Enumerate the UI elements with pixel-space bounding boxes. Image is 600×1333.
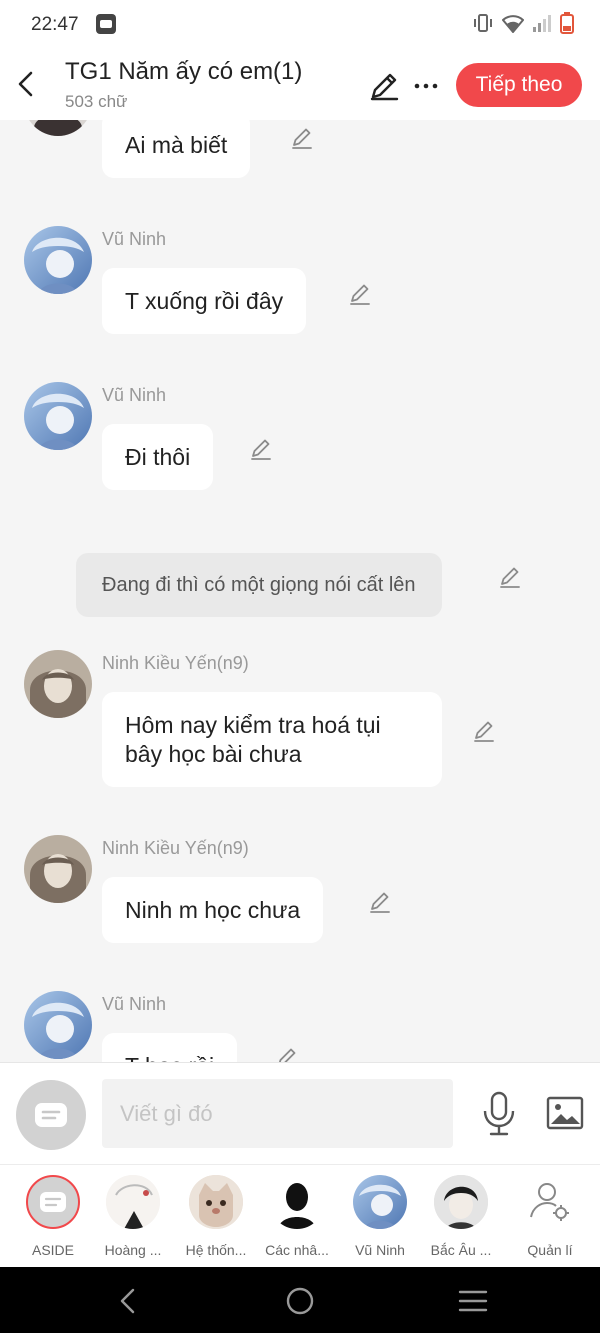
avatar-ninh-kieu-yen[interactable] — [24, 650, 92, 718]
character-quan-li[interactable]: Quản lí — [510, 1175, 590, 1258]
avatar-vu-ninh[interactable] — [24, 991, 92, 1059]
avatar-vu-ninh[interactable] — [24, 382, 92, 450]
edit-title-button[interactable] — [366, 68, 402, 104]
message-bubble[interactable]: Ai mà biết — [102, 120, 251, 178]
character-label: Quản lí — [527, 1242, 573, 1258]
character-bar: ASIDE Hoàng ... Hệ thốn... Các nhâ... Vũ… — [0, 1164, 600, 1267]
more-dots-icon — [414, 83, 438, 89]
character-label: ASIDE — [31, 1242, 74, 1258]
character-label: Hệ thốn... — [185, 1242, 247, 1258]
chapter-title[interactable]: TG1 Năm ấy có em(1) — [65, 58, 302, 86]
system-nav-bar — [0, 1267, 600, 1333]
character-aside[interactable]: ASIDE — [13, 1175, 93, 1258]
message-input[interactable] — [102, 1079, 453, 1148]
edit-message-icon[interactable] — [497, 564, 523, 590]
sender-name: Ninh Kiều Yến(n9) — [102, 653, 249, 673]
aside-toggle-button[interactable] — [16, 1080, 86, 1150]
image-button[interactable] — [546, 1095, 584, 1131]
back-button[interactable] — [8, 64, 44, 104]
nav-back-button[interactable] — [110, 1283, 146, 1319]
aside-chat-icon — [35, 1103, 67, 1127]
sender-name: Vũ Ninh — [102, 994, 167, 1014]
character-vu-ninh[interactable]: Vũ Ninh — [340, 1175, 420, 1258]
user-settings-icon — [523, 1175, 577, 1229]
nav-menu-icon — [458, 1290, 488, 1312]
nav-back-icon — [120, 1288, 135, 1314]
image-icon — [546, 1096, 584, 1130]
next-button[interactable]: Tiếp theo — [456, 63, 582, 107]
more-options-button[interactable] — [410, 72, 442, 100]
message-bubble[interactable]: Hôm nay kiểm tra hoá tụi bây học bài chư… — [102, 692, 442, 787]
character-label: Các nhâ... — [265, 1242, 329, 1258]
status-icons — [472, 12, 574, 34]
wifi-icon — [502, 15, 524, 33]
avatar-vu-ninh[interactable] — [24, 226, 92, 294]
character-label: Bắc Âu ... — [430, 1242, 492, 1258]
cat-avatar — [189, 1175, 243, 1229]
microphone-icon — [483, 1091, 515, 1136]
message-bubble[interactable]: Ninh m học chưa — [102, 877, 324, 943]
vibrate-icon — [474, 14, 492, 32]
sender-name: Vũ Ninh — [102, 229, 167, 249]
nav-recents-button[interactable] — [455, 1283, 491, 1319]
word-count: 503 chữ — [65, 92, 128, 111]
status-time: 22:47 — [31, 14, 79, 35]
avatar-girl-white-hair[interactable] — [24, 120, 92, 136]
message-bubble[interactable]: Đi thôi — [102, 424, 214, 490]
character-label: Hoàng ... — [104, 1242, 162, 1258]
app-notification-icon — [96, 14, 116, 34]
edit-message-icon[interactable] — [471, 718, 497, 744]
aside-chat-icon — [26, 1175, 80, 1229]
sender-name: Vũ Ninh — [102, 385, 167, 405]
dark-hair-boy — [434, 1175, 488, 1229]
nav-home-icon — [286, 1287, 314, 1315]
status-bar: 22:47 — [0, 0, 600, 52]
sender-name: Ninh Kiều Yến(n9) — [102, 838, 249, 858]
avatar-ninh-kieu-yen[interactable] — [24, 835, 92, 903]
signal-icon — [533, 15, 551, 32]
white-sketch-avatar — [106, 1175, 160, 1229]
edit-message-icon[interactable] — [289, 125, 315, 151]
nav-home-button[interactable] — [282, 1283, 318, 1319]
message-bubble[interactable]: T xuống rồi đây — [102, 268, 307, 334]
edit-message-icon[interactable] — [347, 281, 373, 307]
chat-area[interactable]: Ai mà biết Vũ Ninh T xuống rồi đây Vũ Ni… — [0, 120, 600, 1062]
character-label: Vũ Ninh — [355, 1242, 405, 1258]
input-bar — [0, 1062, 600, 1164]
edit-message-icon[interactable] — [367, 889, 393, 915]
character-cac-nhan-vat[interactable]: Các nhâ... — [257, 1175, 337, 1258]
character-hoang[interactable]: Hoàng ... — [93, 1175, 173, 1258]
narration-bubble[interactable]: Đang đi thì có một giọng nói cất lên — [76, 553, 442, 617]
mic-button[interactable] — [480, 1091, 518, 1137]
chapter-header: TG1 Năm ấy có em(1) 503 chữ Tiếp theo — [0, 52, 600, 120]
edit-message-icon[interactable] — [274, 1045, 300, 1062]
edit-message-icon[interactable] — [248, 436, 274, 462]
pencil-icon — [370, 73, 399, 101]
character-bac-au[interactable]: Bắc Âu ... — [421, 1175, 501, 1258]
battery-low-icon — [560, 12, 574, 34]
silhouette-avatar — [270, 1175, 324, 1229]
blue-anime-boy — [353, 1175, 407, 1229]
message-bubble[interactable]: T học rồi — [102, 1033, 238, 1062]
character-he-thong[interactable]: Hệ thốn... — [176, 1175, 256, 1258]
back-arrow-icon — [18, 71, 33, 97]
